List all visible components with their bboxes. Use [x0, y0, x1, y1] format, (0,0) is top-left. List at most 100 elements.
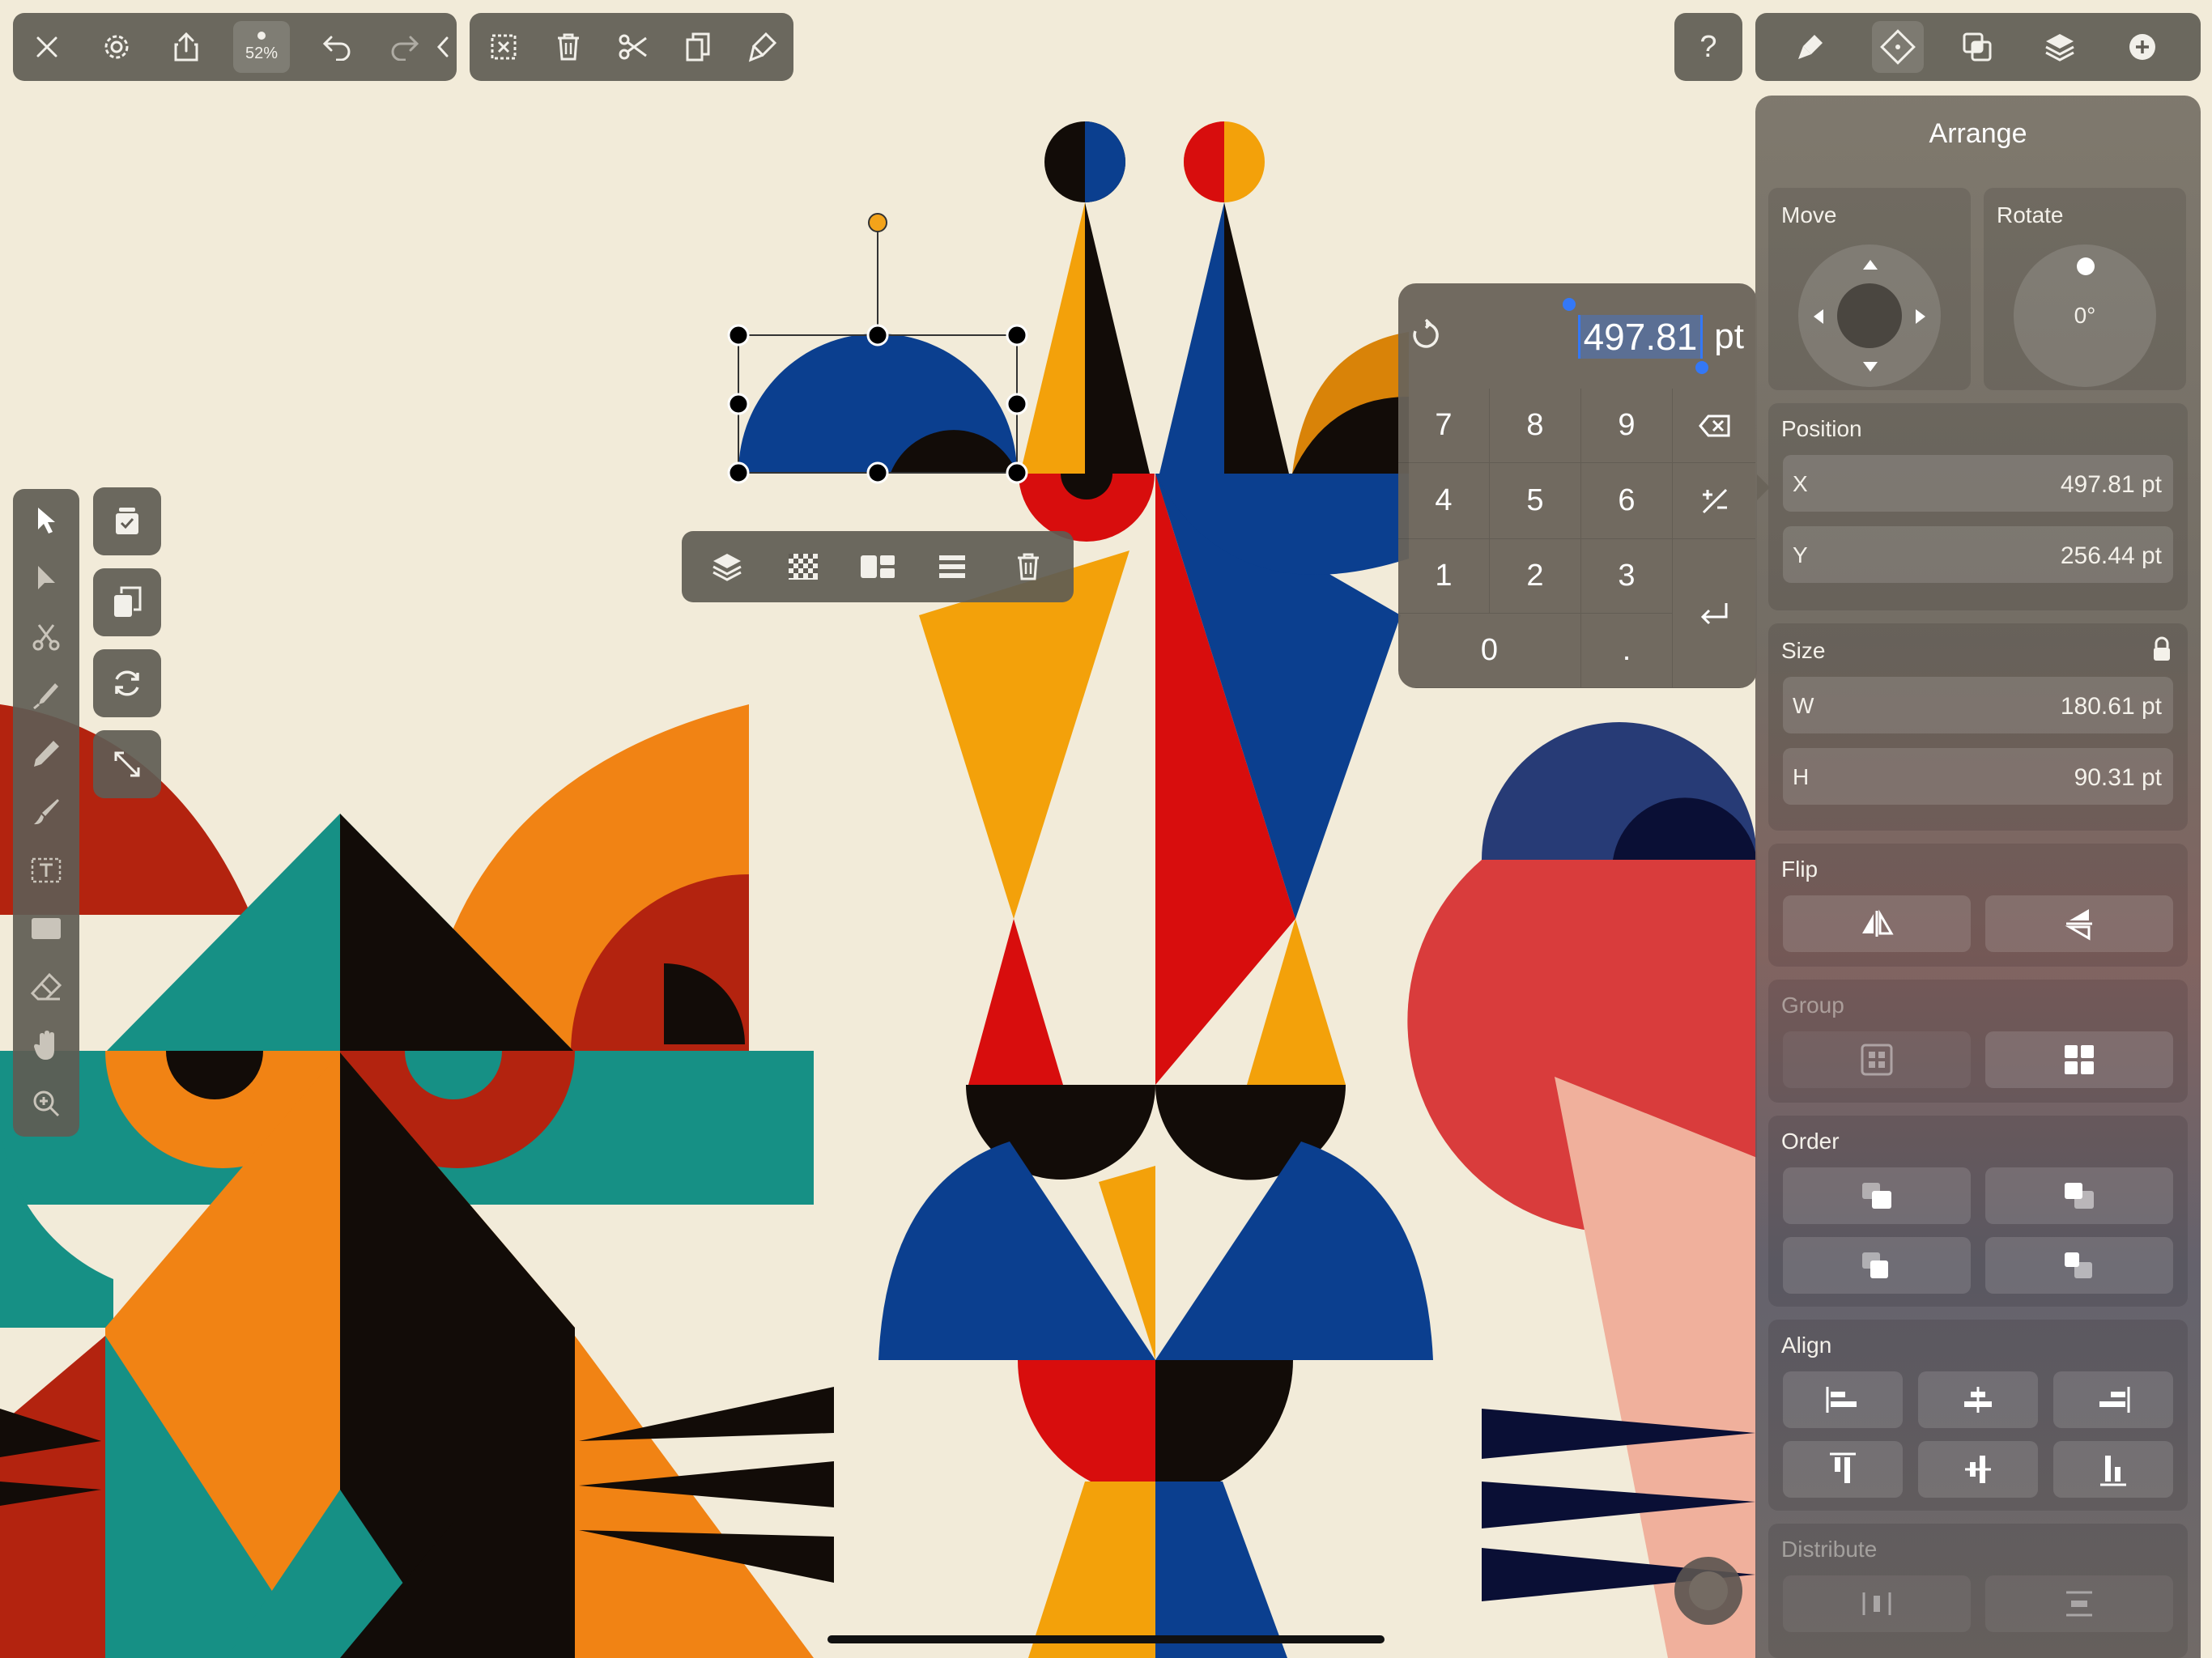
tab-layers[interactable]: [2037, 24, 2082, 70]
duplicate-button[interactable]: [93, 568, 161, 636]
resize-handle[interactable]: [727, 324, 750, 346]
flip-vertical-icon: [2065, 909, 2092, 941]
align-menu-icon: [939, 555, 965, 578]
context-opacity-button[interactable]: [781, 544, 826, 589]
distribute-label: Distribute: [1781, 1537, 1878, 1562]
collapse-toolbar-button[interactable]: [431, 24, 455, 70]
selection-handle-end[interactable]: [1695, 361, 1708, 374]
cut-button[interactable]: [610, 24, 656, 70]
key-4[interactable]: 4: [1398, 463, 1490, 539]
redo-button[interactable]: [382, 24, 428, 70]
close-button[interactable]: [24, 24, 70, 70]
tool-pen[interactable]: [13, 670, 79, 721]
copy-button[interactable]: [675, 24, 721, 70]
key-1[interactable]: 1: [1398, 539, 1490, 614]
context-align-button[interactable]: [929, 544, 975, 589]
key-5[interactable]: 5: [1490, 463, 1581, 539]
key-plus-minus[interactable]: [1673, 463, 1757, 539]
resize-handle[interactable]: [866, 324, 889, 346]
share-button[interactable]: [164, 24, 209, 70]
tool-scissor[interactable]: [13, 612, 79, 662]
key-9[interactable]: 9: [1581, 389, 1673, 463]
tool-direct-select[interactable]: [13, 554, 79, 604]
ungroup-icon: [2065, 1045, 2094, 1074]
lock-aspect-button[interactable]: [2152, 636, 2172, 666]
resize-handle[interactable]: [1006, 324, 1028, 346]
help-button[interactable]: ?: [1674, 13, 1742, 81]
tab-add[interactable]: [2120, 24, 2165, 70]
bring-forward-button[interactable]: [1783, 1237, 1971, 1294]
align-center-v-button[interactable]: [1918, 1441, 2038, 1498]
group-button[interactable]: [1783, 1031, 1971, 1088]
key-backspace[interactable]: [1673, 389, 1757, 463]
y-field[interactable]: Y 256.44 pt: [1783, 526, 2173, 583]
tab-style[interactable]: [1788, 24, 1833, 70]
bring-to-front-button[interactable]: [1783, 1167, 1971, 1224]
align-right-button[interactable]: [2053, 1371, 2173, 1428]
settings-button[interactable]: [94, 24, 139, 70]
tool-brush[interactable]: [13, 787, 79, 837]
selection-handle-start[interactable]: [1563, 298, 1576, 311]
flip-vertical-button[interactable]: [1985, 895, 2173, 952]
key-8[interactable]: 8: [1490, 389, 1581, 463]
distribute-vertical-button[interactable]: [1985, 1575, 2173, 1632]
align-bottom-button[interactable]: [2053, 1441, 2173, 1498]
tab-path-operations[interactable]: [1955, 24, 2000, 70]
align-center-h-button[interactable]: [1918, 1371, 2038, 1428]
tab-arrange[interactable]: [1872, 21, 1924, 73]
undo-button[interactable]: [314, 24, 359, 70]
send-backward-button[interactable]: [1985, 1237, 2173, 1294]
context-repeat-button[interactable]: [855, 544, 900, 589]
select-tool-icon: [38, 508, 55, 534]
repeat-transform-button[interactable]: [93, 649, 161, 717]
pen-tool-icon: [33, 683, 58, 710]
tool-hand[interactable]: [13, 1020, 79, 1070]
key-6[interactable]: 6: [1581, 463, 1673, 539]
key-7[interactable]: 7: [1398, 389, 1490, 463]
w-field[interactable]: W 180.61 pt: [1783, 677, 2173, 733]
move-joystick[interactable]: [1798, 244, 1941, 387]
tool-text[interactable]: [13, 845, 79, 895]
rotate-handle[interactable]: [868, 213, 887, 232]
selected-half-circle-shape[interactable]: [738, 334, 1017, 473]
tool-select[interactable]: [13, 495, 79, 546]
value-input[interactable]: 497.81 pt: [1577, 312, 1744, 361]
key-decimal[interactable]: .: [1581, 614, 1673, 688]
tool-rectangle[interactable]: [13, 903, 79, 954]
resize-handle[interactable]: [1006, 461, 1028, 484]
context-delete-button[interactable]: [1006, 544, 1051, 589]
delete-button[interactable]: [546, 24, 591, 70]
resize-handle[interactable]: [727, 393, 750, 415]
ungroup-button[interactable]: [1985, 1031, 2173, 1088]
h-field[interactable]: H 90.31 pt: [1783, 748, 2173, 805]
deselect-button[interactable]: [481, 24, 526, 70]
tool-eraser[interactable]: [13, 962, 79, 1012]
delete-icon: [1018, 553, 1039, 580]
tool-zoom[interactable]: [13, 1078, 79, 1129]
reset-value-button[interactable]: [1403, 312, 1448, 358]
x-field[interactable]: X 497.81 pt: [1783, 455, 2173, 512]
key-enter[interactable]: [1673, 539, 1757, 688]
zoom-level-button[interactable]: 52%: [233, 21, 290, 73]
h-value: 90.31 pt: [2074, 764, 2162, 791]
tool-pencil[interactable]: [13, 729, 79, 779]
key-3[interactable]: 3: [1581, 539, 1673, 614]
context-arrange-button[interactable]: [704, 544, 750, 589]
resize-handle[interactable]: [1006, 393, 1028, 415]
resize-handle[interactable]: [727, 461, 750, 484]
stamp-button[interactable]: [93, 487, 161, 555]
flip-horizontal-button[interactable]: [1783, 895, 1971, 952]
send-to-back-button[interactable]: [1985, 1167, 2173, 1224]
align-left-button[interactable]: [1783, 1371, 1903, 1428]
align-top-button[interactable]: [1783, 1441, 1903, 1498]
expand-button[interactable]: [93, 730, 161, 798]
rotate-dial[interactable]: 0°: [2014, 244, 2156, 387]
arrange-layer-icon: [713, 554, 742, 581]
key-0[interactable]: 0: [1398, 614, 1581, 688]
distribute-horizontal-button[interactable]: [1783, 1575, 1971, 1632]
reset-icon: [1413, 319, 1439, 348]
paste-style-button[interactable]: [740, 24, 785, 70]
joystick-knob[interactable]: [1837, 283, 1902, 348]
key-2[interactable]: 2: [1490, 539, 1581, 614]
resize-handle[interactable]: [866, 461, 889, 484]
